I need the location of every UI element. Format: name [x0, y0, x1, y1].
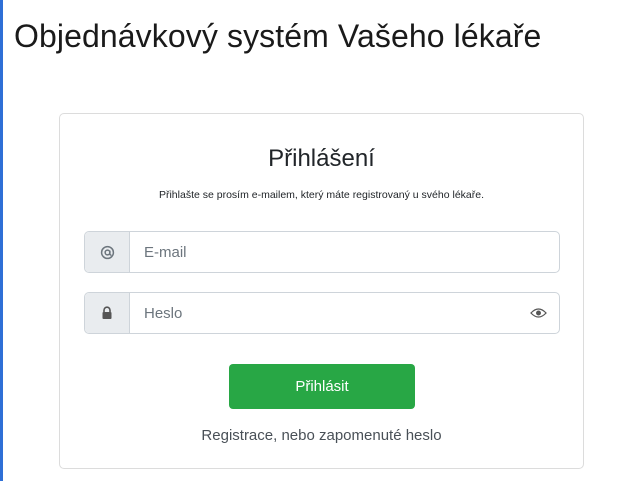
password-field[interactable]: Heslo — [130, 293, 517, 333]
email-input-group: E-mail — [84, 231, 560, 273]
email-field[interactable]: E-mail — [130, 232, 559, 272]
register-link[interactable]: Registrace, nebo zapomenuté heslo — [60, 427, 583, 444]
left-accent-bar — [0, 0, 3, 481]
login-button[interactable]: Přihlásit — [229, 364, 415, 409]
page-title: Objednávkový systém Vašeho lékaře — [14, 18, 542, 54]
eye-icon[interactable] — [517, 293, 559, 333]
at-icon — [85, 232, 130, 272]
login-title: Přihlášení — [268, 145, 375, 172]
login-card: Přihlášení Přihlašte se prosím e-mailem,… — [59, 113, 584, 469]
lock-icon — [85, 293, 130, 333]
login-subtitle: Přihlašte se prosím e-mailem, který máte… — [158, 189, 485, 201]
password-input-group: Heslo — [84, 292, 560, 334]
